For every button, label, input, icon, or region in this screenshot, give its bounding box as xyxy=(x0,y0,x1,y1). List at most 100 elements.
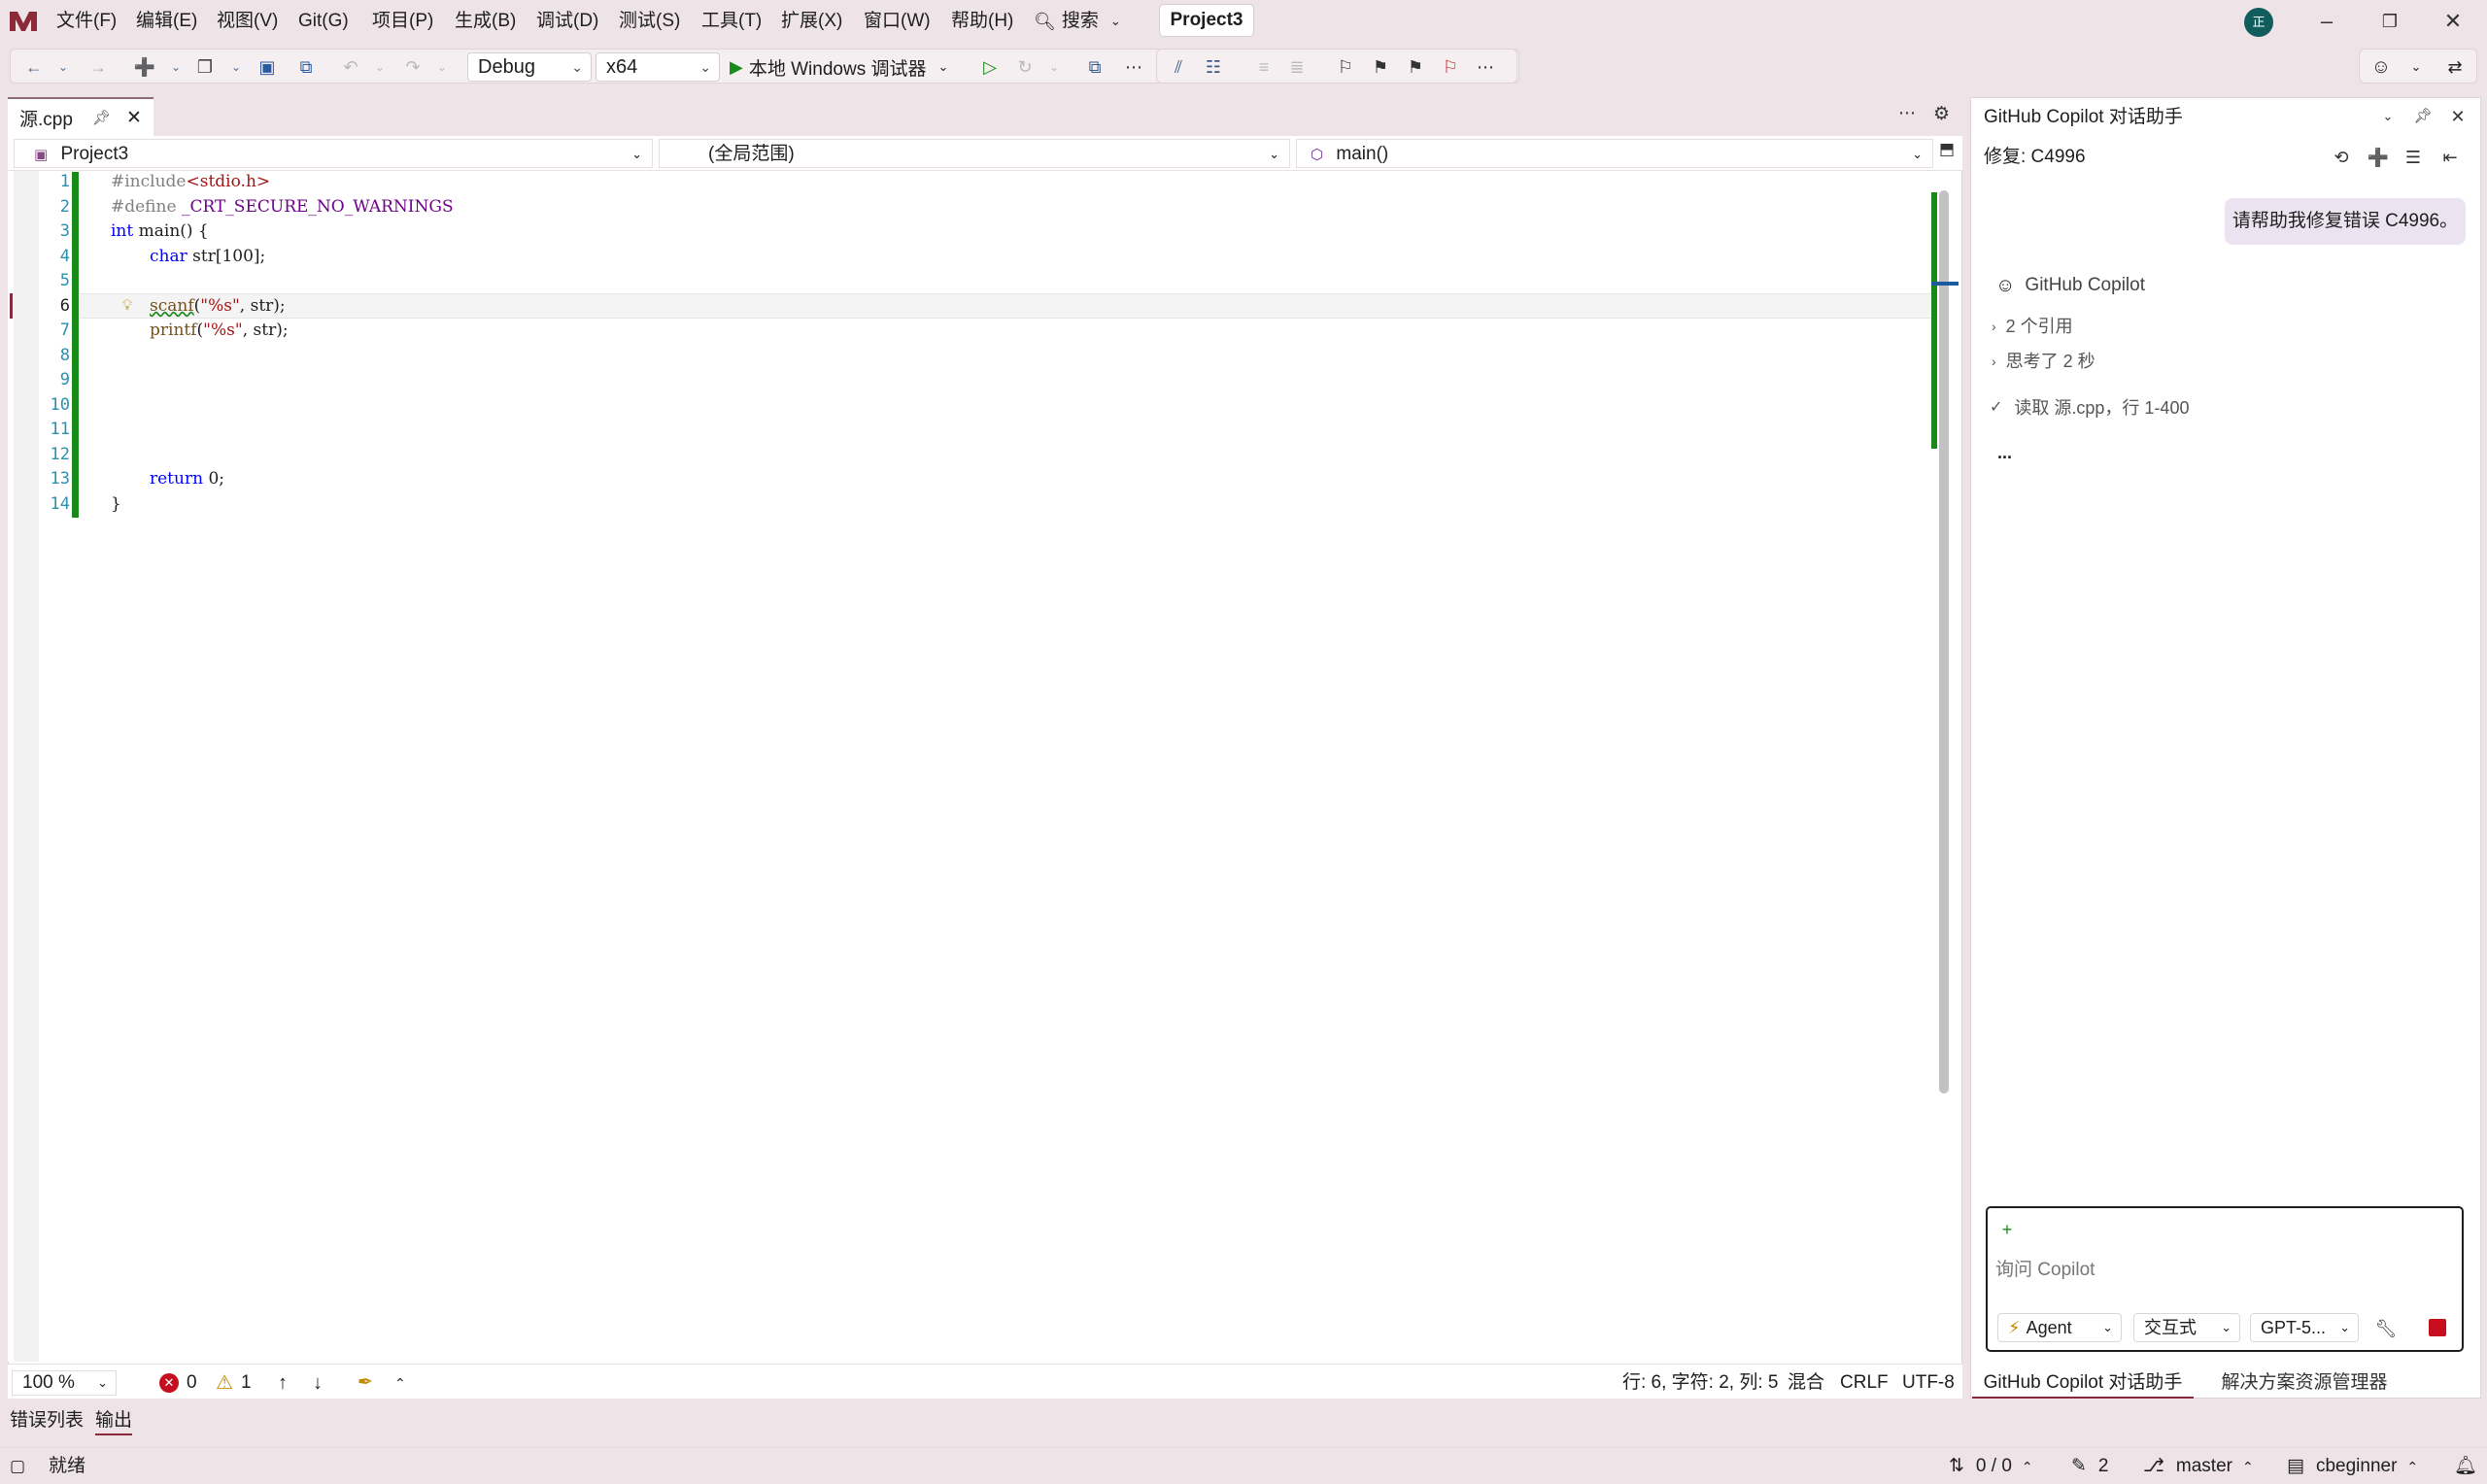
project-dropdown[interactable]: ▣ Project3 ⌄ xyxy=(14,139,653,168)
document-tab[interactable]: 源.cpp 📌︎ ✕ xyxy=(8,97,153,136)
search-button[interactable]: 🔍︎ 搜索 ⌄ xyxy=(1034,8,1121,35)
more-icon[interactable]: ⋯ xyxy=(1120,53,1147,81)
model-dropdown[interactable]: GPT-5... ⌄ xyxy=(2250,1313,2359,1342)
bookmark-icon[interactable]: ⚐ xyxy=(1332,53,1359,81)
sync-status[interactable]: ⇅ 0 / 0 ⌃ xyxy=(1949,1454,2033,1479)
warning-count-button[interactable]: ⚠ 1 xyxy=(216,1370,252,1396)
close-panel-icon[interactable]: ✕ xyxy=(2444,103,2471,130)
gear-icon[interactable]: ⚙ xyxy=(1933,103,1950,125)
close-tab-icon[interactable]: ✕ xyxy=(126,107,142,129)
save-icon[interactable]: ▣ xyxy=(254,53,281,81)
menu-file[interactable]: 文件(F) xyxy=(56,8,117,35)
new-project-icon[interactable]: ➕ xyxy=(131,53,158,81)
add-context-icon[interactable]: + xyxy=(1993,1216,2021,1243)
lightbulb-icon[interactable]: 💡︎ xyxy=(115,293,140,319)
repository-selector[interactable]: ▤ cbeginner ⌃ xyxy=(2287,1454,2418,1479)
code-line[interactable]: char str[100]; xyxy=(150,245,265,270)
menu-build[interactable]: 生成(B) xyxy=(455,8,516,35)
minimize-icon[interactable]: – xyxy=(2307,6,2346,37)
thinking-toggle[interactable]: › 思考了 2 秒 xyxy=(1992,348,2095,375)
live-share-icon[interactable]: ⇄ xyxy=(2441,53,2469,81)
chevron-down-icon[interactable]: ⌄ xyxy=(1040,53,1068,81)
code-line[interactable]: #define _CRT_SECURE_NO_WARNINGS xyxy=(111,195,454,220)
clear-bookmarks-icon[interactable]: ⚐ xyxy=(1437,53,1464,81)
line-ending[interactable]: CRLF xyxy=(1840,1370,1889,1396)
start-debugging-button[interactable]: ▶ 本地 Windows 调试器 ⌄ xyxy=(730,52,948,82)
menu-git[interactable]: Git(G) xyxy=(298,8,349,35)
hot-reload-icon[interactable]: ↻ xyxy=(1011,53,1039,81)
next-issue-icon[interactable]: ↓ xyxy=(313,1370,323,1396)
new-thread-icon[interactable]: ➕ xyxy=(2365,144,2392,171)
menu-view[interactable]: 视图(V) xyxy=(217,8,278,35)
open-file-icon[interactable]: ❐ xyxy=(191,53,219,81)
branch-selector[interactable]: ⎇ master ⌃ xyxy=(2143,1454,2254,1479)
code-line[interactable]: scanf("%s", str); xyxy=(150,294,286,320)
history-icon[interactable]: ⟲ xyxy=(2328,144,2355,171)
increase-indent-icon[interactable]: ≣ xyxy=(1283,53,1311,81)
back-icon[interactable]: ← xyxy=(20,53,48,81)
interaction-mode-dropdown[interactable]: 交互式 ⌄ xyxy=(2133,1313,2240,1342)
zoom-dropdown[interactable]: 100 % ⌄ xyxy=(12,1370,117,1396)
previous-issue-icon[interactable]: ↑ xyxy=(278,1370,288,1396)
chevron-up-icon[interactable]: ⌃ xyxy=(394,1370,406,1396)
code-line[interactable]: int main() { xyxy=(111,219,209,245)
file-encoding[interactable]: UTF-8 xyxy=(1902,1370,1955,1396)
bell-icon[interactable]: 🔔︎ xyxy=(2454,1454,2477,1479)
decrease-indent-icon[interactable]: ≡ xyxy=(1250,53,1278,81)
close-window-icon[interactable]: ✕ xyxy=(2434,6,2472,37)
platform-dropdown[interactable]: x64 ⌄ xyxy=(596,52,720,82)
whitespace-mode[interactable]: 混合 xyxy=(1788,1370,1824,1396)
code-line[interactable]: } xyxy=(111,492,121,518)
tab-output[interactable]: 输出 xyxy=(95,1406,133,1435)
menu-debug[interactable]: 调试(D) xyxy=(536,8,598,35)
chevron-down-icon[interactable]: ⌄ xyxy=(366,53,393,81)
scope-dropdown[interactable]: (全局范围) ⌄ xyxy=(659,139,1290,168)
quick-info-icon[interactable]: ⫽ xyxy=(1165,53,1192,81)
collapse-icon[interactable]: ⇤ xyxy=(2436,144,2464,171)
tab-error-list[interactable]: 错误列表 xyxy=(10,1406,84,1435)
cursor-position[interactable]: 行: 6, 字符: 2, 列: 5 xyxy=(1622,1370,1779,1396)
tab-copilot-chat[interactable]: GitHub Copilot 对话助手 xyxy=(1972,1367,2194,1399)
menu-tools[interactable]: 工具(T) xyxy=(701,8,762,35)
stop-icon[interactable] xyxy=(2429,1319,2446,1336)
notification-icon[interactable]: ▢ xyxy=(10,1454,25,1479)
pin-icon[interactable]: 📌︎ xyxy=(2409,103,2436,130)
code-cleanup-icon[interactable]: ✒ xyxy=(358,1370,373,1396)
menu-edit[interactable]: 编辑(E) xyxy=(136,8,197,35)
selection-margin[interactable] xyxy=(14,171,39,1362)
split-window-icon[interactable]: ⬒ xyxy=(1939,140,1955,159)
chat-input-placeholder[interactable]: 询问 Copilot xyxy=(1995,1257,2095,1284)
start-without-debugging-icon[interactable]: ▷ xyxy=(976,53,1004,81)
redo-icon[interactable]: ↷ xyxy=(399,53,426,81)
chevron-down-icon[interactable]: ⌄ xyxy=(428,53,456,81)
chevron-down-icon[interactable]: ⌄ xyxy=(2402,53,2430,81)
clear-thread-icon[interactable]: ☰ xyxy=(2400,144,2427,171)
diagnostic-tools-icon[interactable]: ⧉ xyxy=(1081,53,1108,81)
copilot-icon[interactable]: ☺ xyxy=(2368,53,2395,81)
more-icon[interactable]: ⋯ xyxy=(1472,53,1499,81)
chevron-down-icon[interactable]: ⌄ xyxy=(162,53,189,81)
references-toggle[interactable]: › 2 个引用 xyxy=(1992,313,2073,340)
config-dropdown[interactable]: Debug ⌄ xyxy=(467,52,592,82)
forward-icon[interactable]: → xyxy=(85,53,112,81)
chevron-down-icon[interactable]: ⌄ xyxy=(2374,103,2402,130)
next-bookmark-icon[interactable]: ⚑ xyxy=(1402,53,1429,81)
chevron-down-icon[interactable]: ⌄ xyxy=(222,53,250,81)
menu-test[interactable]: 测试(S) xyxy=(619,8,680,35)
agent-mode-dropdown[interactable]: ⚡ Agent ⌄ xyxy=(1997,1313,2122,1342)
menu-help[interactable]: 帮助(H) xyxy=(951,8,1013,35)
code-line[interactable]: return 0; xyxy=(150,467,224,492)
member-dropdown[interactable]: ⬡ main() ⌄ xyxy=(1296,139,1933,168)
menu-extensions[interactable]: 扩展(X) xyxy=(781,8,842,35)
chevron-down-icon[interactable]: ⌄ xyxy=(50,53,77,81)
menu-project[interactable]: 项目(P) xyxy=(372,8,433,35)
parameter-info-icon[interactable]: ☷ xyxy=(1200,53,1227,81)
vertical-scrollbar[interactable] xyxy=(1939,190,1949,1094)
save-all-icon[interactable]: ⧉ xyxy=(292,53,320,81)
previous-bookmark-icon[interactable]: ⚑ xyxy=(1367,53,1394,81)
pin-icon[interactable]: 📌︎ xyxy=(92,109,111,126)
code-line[interactable]: #include<stdio.h> xyxy=(111,170,270,195)
code-line[interactable]: printf("%s", str); xyxy=(150,319,289,344)
avatar[interactable]: 正 xyxy=(2244,8,2273,37)
error-count-button[interactable]: ✕ 0 xyxy=(159,1370,197,1396)
